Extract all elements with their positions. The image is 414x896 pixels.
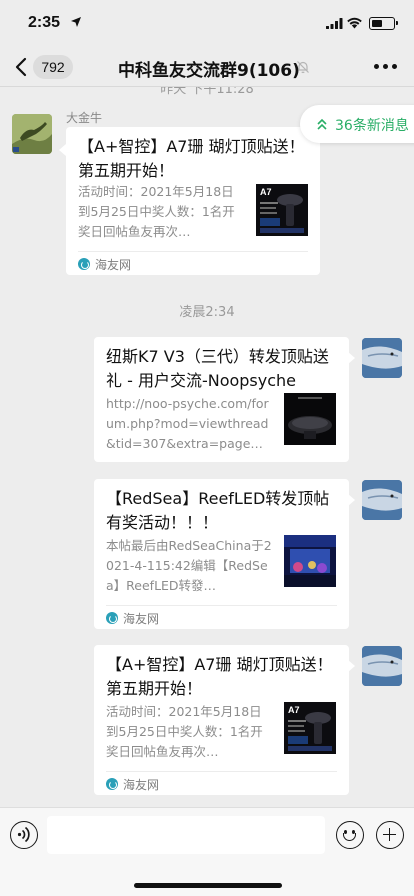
avatar-self[interactable]: [362, 646, 402, 686]
bubble-tail: [348, 660, 355, 672]
svg-text:A7: A7: [260, 187, 272, 197]
card-description: 活动时间：2021年5月18日到5月25日中奖人数：1名开奖日回帖鱼友再次…: [78, 184, 235, 239]
partial-time-stamp: 昨天 下午11:28: [160, 87, 254, 97]
bubble-tail: [59, 144, 66, 156]
wifi-icon: [347, 17, 362, 29]
new-messages-label: 36条新消息: [335, 118, 409, 134]
plus-icon[interactable]: [376, 821, 404, 849]
bubble-tail: [348, 352, 355, 364]
mute-bell-icon: [297, 61, 309, 74]
card-divider: [106, 771, 337, 772]
unread-count-badge[interactable]: 792: [33, 55, 73, 79]
sender-name: 大金牛: [66, 111, 103, 125]
card-divider: [78, 251, 308, 252]
back-chevron-icon[interactable]: [12, 56, 32, 78]
card-description: 活动时间：2021年5月18日到5月25日中奖人数：1名开奖日回帖鱼友再次…: [106, 704, 263, 759]
link-card[interactable]: 纽斯K7 V3（三代）转发顶贴送礼 - 用户交流-Noopsyche http:…: [94, 337, 349, 462]
card-thumbnail: A7: [284, 702, 336, 754]
input-bar: [0, 807, 414, 896]
card-description: 本帖最后由RedSeaChina于2021-4-115:42编辑【RedSea】…: [106, 538, 272, 593]
chat-title: 中科鱼友交流群9(106): [118, 61, 300, 81]
source-label: 海友网: [123, 778, 160, 792]
link-card[interactable]: 【A+智控】A7珊 瑚灯顶贴送！第五期开始！ 活动时间：2021年5月18日到5…: [66, 127, 320, 275]
voice-input-icon[interactable]: [10, 821, 38, 849]
source-label: 海友网: [95, 258, 132, 272]
message-input[interactable]: [47, 816, 325, 854]
card-divider: [106, 605, 337, 606]
source-icon: [78, 258, 90, 270]
new-messages-button[interactable]: 36条新消息: [300, 105, 414, 143]
avatar-self[interactable]: [362, 338, 402, 378]
svg-text:A7: A7: [288, 705, 300, 715]
card-description: http://noo-psyche.com/forum.php?mod=view…: [106, 396, 269, 451]
more-options-icon[interactable]: [374, 64, 398, 70]
battery-icon: [369, 17, 398, 30]
avatar-self[interactable]: [362, 480, 402, 520]
bubble-tail: [348, 494, 355, 506]
chat-area[interactable]: 昨天 下午11:28 大金牛 【A+智控】A7珊 瑚灯顶贴送！第五期开始！ 活动…: [0, 87, 414, 807]
location-arrow-icon: [71, 17, 81, 27]
home-indicator[interactable]: [134, 883, 282, 888]
source-icon: [106, 612, 118, 624]
card-title: 【RedSea】ReefLED转发顶帖有奖活动！！！: [106, 489, 330, 532]
cellular-signal-icon: [326, 18, 343, 29]
card-thumbnail: [284, 393, 336, 445]
link-card[interactable]: 【RedSea】ReefLED转发顶帖有奖活动！！！ 本帖最后由RedSeaCh…: [94, 479, 349, 629]
source-label: 海友网: [123, 612, 160, 626]
avatar-da-jin-niu[interactable]: [12, 114, 52, 154]
card-title: 纽斯K7 V3（三代）转发顶贴送礼 - 用户交流-Noopsyche: [106, 347, 329, 390]
status-time: 2:35: [28, 14, 61, 31]
card-thumbnail: [284, 535, 336, 587]
nav-bar: 792 中科鱼友交流群9(106): [0, 48, 414, 86]
card-title: 【A+智控】A7珊 瑚灯顶贴送！第五期开始！: [78, 137, 305, 180]
double-chevron-up-icon: [317, 118, 327, 130]
status-bar: 2:35: [0, 0, 414, 48]
link-card[interactable]: 【A+智控】A7珊 瑚灯顶贴送！第五期开始！ 活动时间：2021年5月18日到5…: [94, 645, 349, 795]
emoji-icon[interactable]: [336, 821, 364, 849]
source-icon: [106, 778, 118, 790]
card-title: 【A+智控】A7珊 瑚灯顶贴送！第五期开始！: [106, 655, 333, 698]
time-stamp: 凌晨2:34: [179, 305, 235, 320]
card-thumbnail: A7: [256, 184, 308, 236]
